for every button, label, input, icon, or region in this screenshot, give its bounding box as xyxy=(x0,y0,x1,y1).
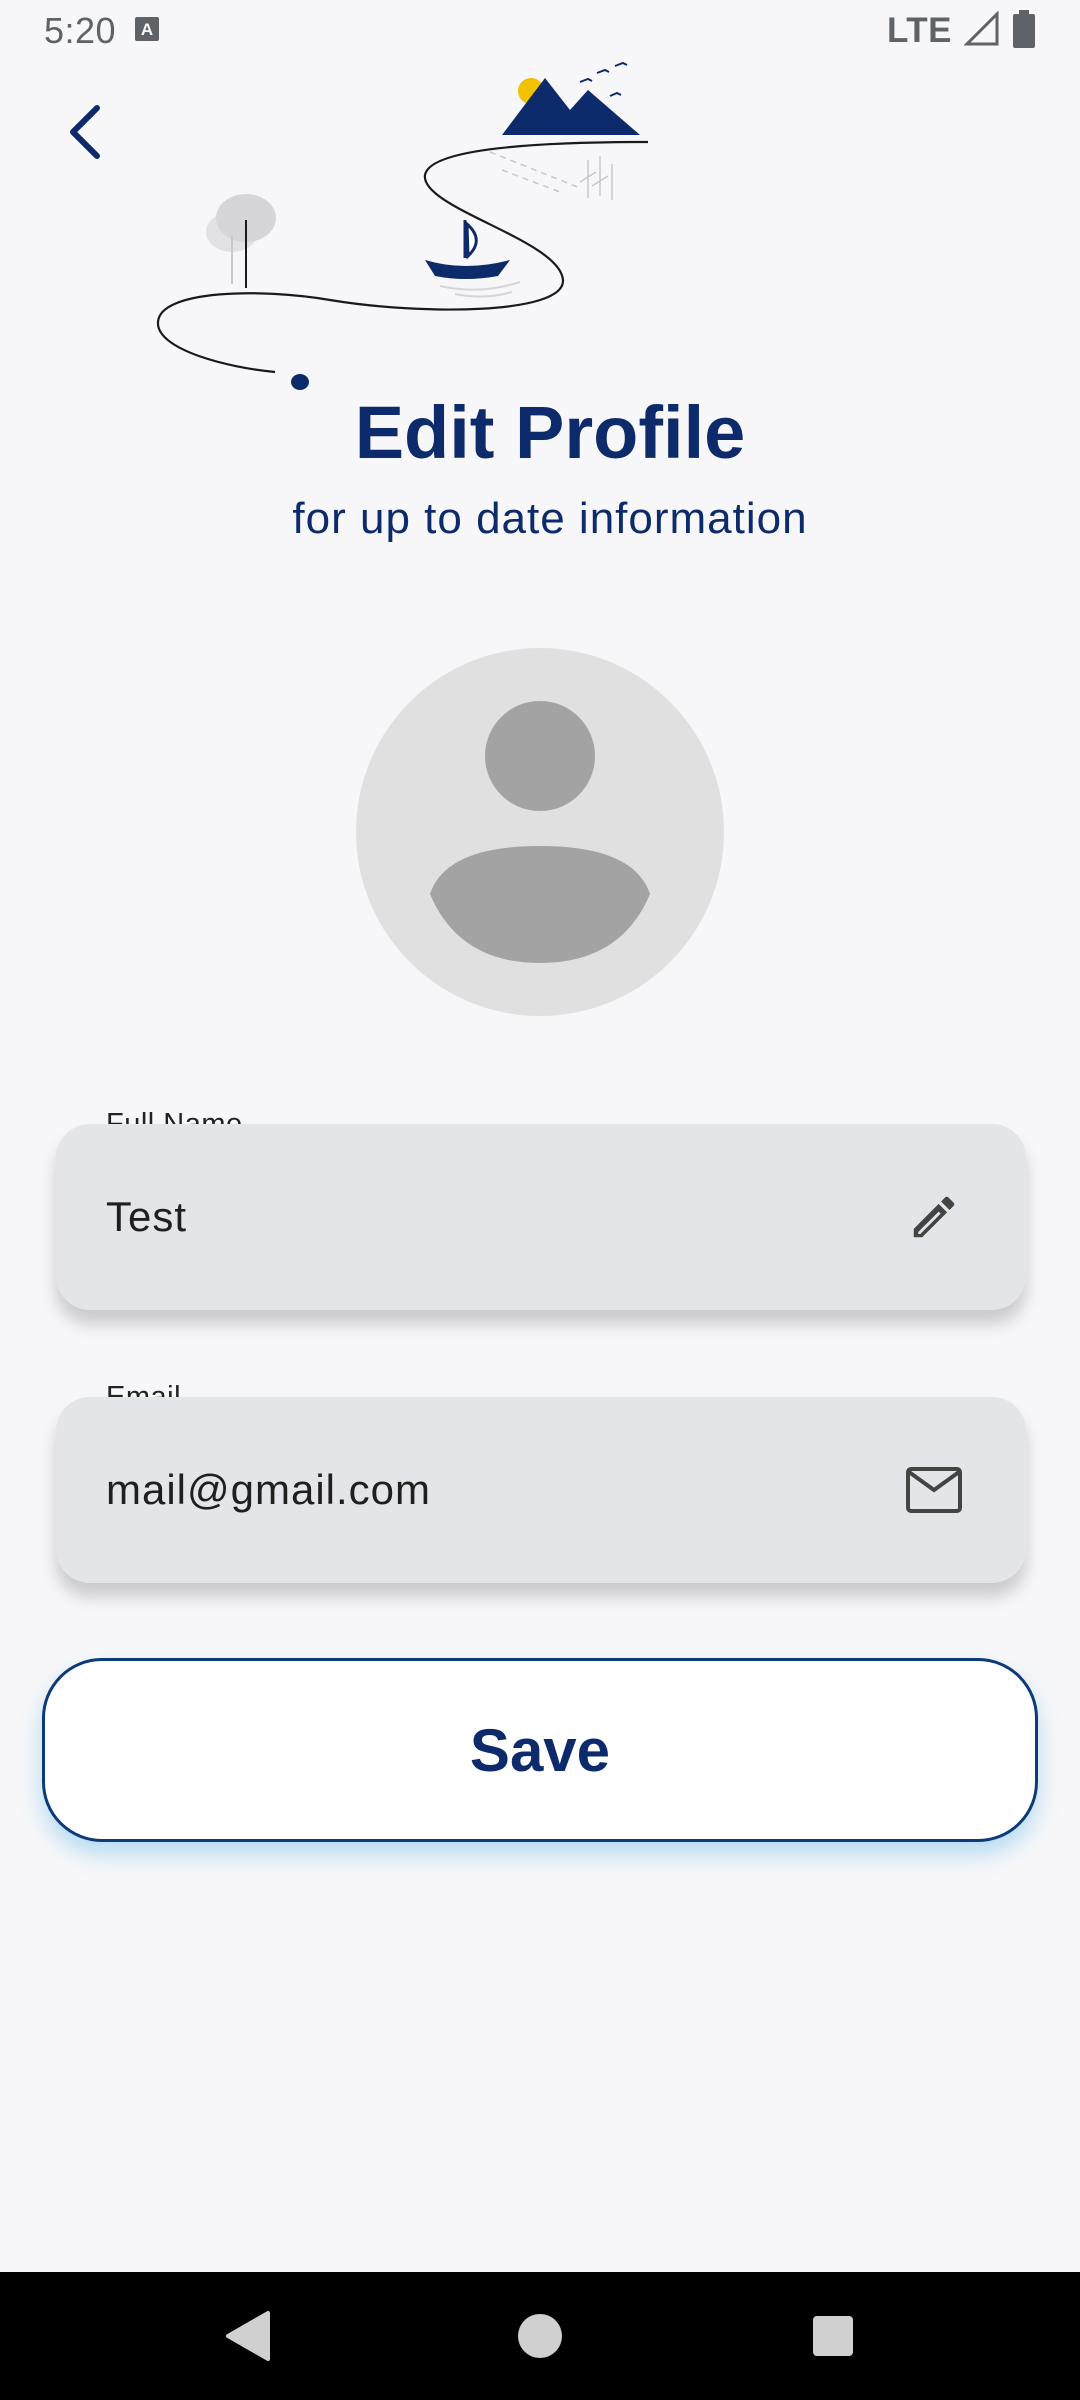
page-title: Edit Profile xyxy=(354,391,746,474)
email-value[interactable]: mail@gmail.com xyxy=(106,1466,431,1514)
back-button[interactable] xyxy=(50,92,120,172)
status-right: LTE xyxy=(886,9,1036,53)
full-name-value[interactable]: Test xyxy=(106,1193,187,1241)
status-bar: 5:20 A LTE xyxy=(0,0,1080,62)
chevron-left-icon xyxy=(70,105,100,159)
network-label: LTE xyxy=(886,11,952,50)
nav-back-button[interactable] xyxy=(207,2296,287,2376)
full-name-field[interactable]: Test xyxy=(56,1124,1026,1310)
home-circle-icon xyxy=(517,2314,562,2358)
recents-square-icon xyxy=(813,2316,854,2356)
status-left: 5:20 A xyxy=(44,10,160,52)
save-button[interactable]: Save xyxy=(42,1658,1038,1842)
back-triangle-icon xyxy=(225,2311,270,2361)
avatar[interactable] xyxy=(356,648,724,1016)
status-time: 5:20 xyxy=(44,10,117,51)
user-placeholder-icon xyxy=(430,701,650,963)
pencil-icon[interactable] xyxy=(904,1187,964,1247)
mail-icon xyxy=(904,1460,964,1520)
nav-home-button[interactable] xyxy=(500,2296,580,2376)
landscape-illustration xyxy=(156,61,649,390)
page-subtitle: for up to date information xyxy=(292,494,808,543)
svg-text:A: A xyxy=(141,20,153,39)
battery-icon xyxy=(1012,9,1036,53)
nav-recents-button[interactable] xyxy=(793,2296,873,2376)
signal-icon xyxy=(963,9,1000,52)
keyboard-icon: A xyxy=(134,16,160,47)
navigation-bar xyxy=(0,2272,1080,2400)
email-field[interactable]: mail@gmail.com xyxy=(56,1397,1026,1583)
